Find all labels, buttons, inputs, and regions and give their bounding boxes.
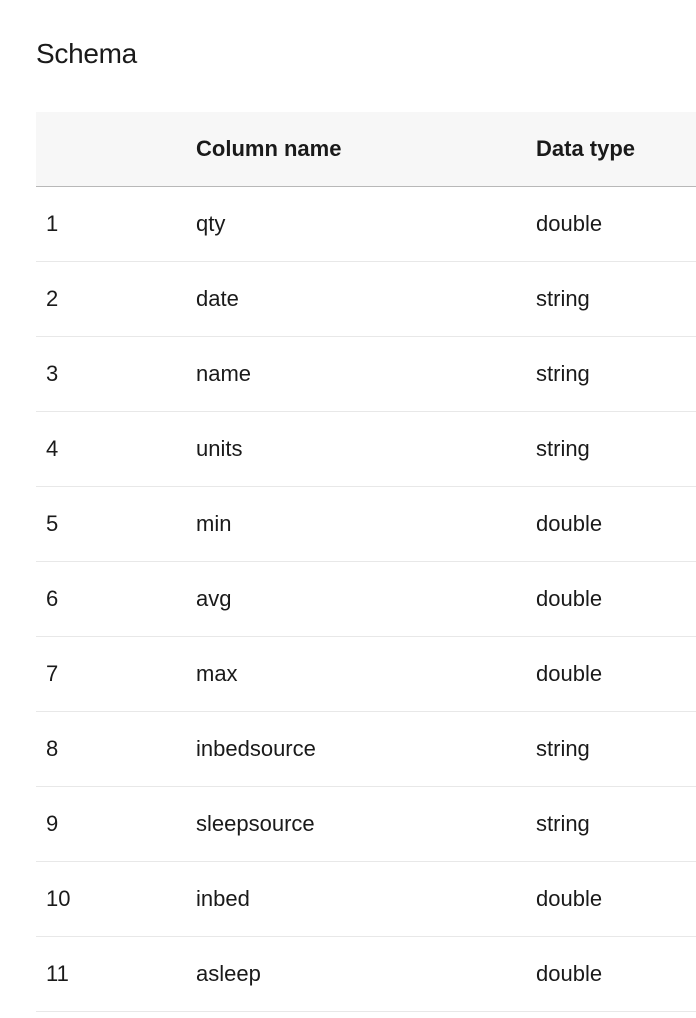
row-data-type: double [536,637,696,712]
row-index: 8 [36,712,196,787]
table-row: 11asleepdouble [36,937,696,1012]
row-index: 1 [36,187,196,262]
row-data-type: double [536,862,696,937]
row-index: 11 [36,937,196,1012]
schema-table: Column name Data type 1qtydouble2datestr… [36,112,696,1012]
row-index: 5 [36,487,196,562]
table-row: 3namestring [36,337,696,412]
row-index: 7 [36,637,196,712]
table-row: 2datestring [36,262,696,337]
row-index: 2 [36,262,196,337]
row-column-name: qty [196,187,536,262]
row-column-name: max [196,637,536,712]
row-column-name: name [196,337,536,412]
row-data-type: string [536,787,696,862]
row-index: 10 [36,862,196,937]
header-column-name: Column name [196,112,536,187]
row-column-name: sleepsource [196,787,536,862]
header-data-type: Data type [536,112,696,187]
table-header-row: Column name Data type [36,112,696,187]
row-data-type: double [536,487,696,562]
row-column-name: units [196,412,536,487]
row-index: 4 [36,412,196,487]
row-data-type: string [536,337,696,412]
page-title: Schema [36,38,696,70]
table-row: 7maxdouble [36,637,696,712]
row-data-type: double [536,937,696,1012]
row-data-type: double [536,187,696,262]
row-data-type: string [536,412,696,487]
schema-container: Schema Column name Data type 1qtydouble2… [0,0,696,1012]
table-row: 9sleepsourcestring [36,787,696,862]
row-column-name: min [196,487,536,562]
row-index: 9 [36,787,196,862]
table-row: 1qtydouble [36,187,696,262]
row-data-type: string [536,262,696,337]
row-data-type: string [536,712,696,787]
row-column-name: inbedsource [196,712,536,787]
table-row: 4unitsstring [36,412,696,487]
table-row: 8inbedsourcestring [36,712,696,787]
row-index: 6 [36,562,196,637]
table-row: 5mindouble [36,487,696,562]
row-data-type: double [536,562,696,637]
table-row: 10inbeddouble [36,862,696,937]
header-index [36,112,196,187]
row-column-name: date [196,262,536,337]
row-column-name: avg [196,562,536,637]
row-column-name: inbed [196,862,536,937]
table-row: 6avgdouble [36,562,696,637]
row-column-name: asleep [196,937,536,1012]
row-index: 3 [36,337,196,412]
